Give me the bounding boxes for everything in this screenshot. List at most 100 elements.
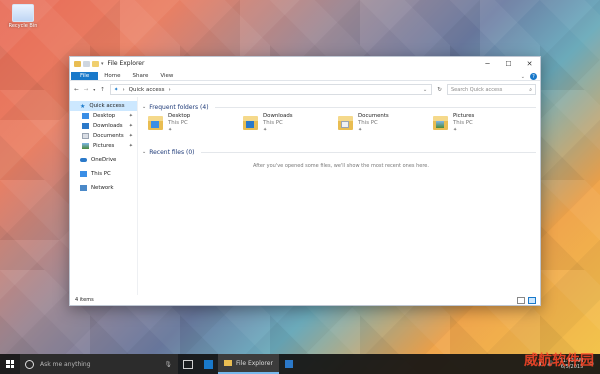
back-arrow-icon[interactable]: ← [74, 87, 79, 93]
explorer-app-icon [74, 60, 81, 67]
address-row: ← → ▾ ↑ ✦ › Quick access › ⌄ ↻ Search Qu… [70, 81, 540, 96]
pinned-icon: ✦ [358, 126, 363, 133]
folder-name: Downloads [263, 113, 293, 119]
title-bar: ▾ File Explorer ─ ☐ ✕ [70, 57, 540, 70]
up-arrow-icon[interactable]: ↑ [100, 87, 105, 93]
search-input[interactable]: Search Quick access ⌕ [447, 84, 536, 95]
pinned-icon: ✦ [168, 126, 173, 133]
pinned-icon: ✦ [128, 123, 133, 129]
folder-pictures[interactable]: Pictures This PC ✦ [433, 113, 528, 133]
properties-icon[interactable] [83, 60, 90, 67]
windows-logo-icon [6, 360, 14, 368]
nav-item-network[interactable]: Network [70, 183, 137, 193]
address-bar[interactable]: ✦ › Quick access › ⌄ [109, 84, 433, 95]
details-view-icon[interactable] [517, 296, 525, 304]
search-icon: ⌕ [529, 86, 532, 93]
folder-location: This PC [168, 119, 188, 126]
breadcrumb-chevron-icon[interactable]: › [169, 87, 171, 93]
nav-item-label: Downloads [93, 123, 123, 129]
tab-share[interactable]: Share [126, 72, 154, 80]
nav-item-label: Network [91, 185, 114, 191]
recent-files-empty-message: After you've opened some files, we'll sh… [253, 163, 429, 169]
window-title: File Explorer [107, 60, 145, 67]
task-view-button[interactable] [178, 354, 198, 374]
browser-icon [203, 359, 213, 369]
frequent-folders-list: Desktop This PC ✦ Downloads This PC ✦ Do… [142, 113, 540, 147]
close-button[interactable]: ✕ [519, 57, 540, 70]
item-count: 4 items [75, 297, 94, 303]
tab-home[interactable]: Home [98, 72, 126, 80]
frequent-folders-title: Frequent folders (4) [149, 103, 209, 111]
maximize-button[interactable]: ☐ [498, 57, 519, 70]
watermark-text: 威航软件园 [524, 353, 594, 369]
nav-item-label: OneDrive [91, 157, 117, 163]
nav-item-label: Pictures [93, 143, 115, 149]
desktop-icon [82, 113, 89, 119]
recent-files-header[interactable]: ⌄ Recent files (0) [142, 147, 540, 157]
document-icon [82, 133, 89, 139]
large-icons-view-icon[interactable] [528, 296, 536, 304]
breadcrumb-separator-icon: › [122, 86, 125, 93]
folder-desktop[interactable]: Desktop This PC ✦ [148, 113, 243, 133]
folder-icon [338, 116, 353, 130]
nav-item-this-pc[interactable]: This PC [70, 169, 137, 179]
pinned-icon: ✦ [128, 143, 133, 149]
address-dropdown-icon[interactable]: ⌄ [423, 87, 432, 93]
chevron-down-icon[interactable]: ▾ [101, 61, 104, 67]
folder-documents[interactable]: Documents This PC ✦ [338, 113, 433, 133]
microphone-icon[interactable]: 🎙 [164, 361, 178, 368]
start-button[interactable] [0, 354, 20, 374]
folder-location: This PC [358, 119, 378, 126]
tab-file[interactable]: File [71, 72, 99, 80]
nav-item-downloads[interactable]: Downloads ✦ [70, 121, 137, 131]
picture-icon [82, 143, 89, 149]
pinned-icon: ✦ [128, 113, 133, 119]
recycle-bin-label: Recycle Bin [8, 23, 38, 29]
folder-icon [224, 360, 232, 366]
folder-location: This PC [263, 119, 283, 126]
minimize-button[interactable]: ─ [477, 57, 498, 70]
navigation-pane: ★ Quick access Desktop ✦ Downloads ✦ Doc… [70, 97, 138, 295]
nav-item-quick-access[interactable]: ★ Quick access [70, 101, 137, 111]
cloud-icon [80, 158, 87, 162]
folder-name: Desktop [168, 113, 191, 119]
frequent-folders-header[interactable]: ⌄ Frequent folders (4) [142, 102, 540, 112]
tab-view[interactable]: View [154, 72, 179, 80]
forward-arrow-icon[interactable]: → [84, 87, 89, 93]
chevron-down-icon[interactable]: ⌄ [142, 104, 146, 110]
taskbar-file-explorer[interactable]: File Explorer [218, 354, 279, 374]
quick-access-toolbar: ▾ [74, 60, 104, 67]
nav-item-desktop[interactable]: Desktop ✦ [70, 111, 137, 121]
nav-item-onedrive[interactable]: OneDrive [70, 155, 137, 165]
cortana-search-box[interactable]: Ask me anything 🎙 [20, 354, 178, 374]
folder-name: Pictures [453, 113, 475, 119]
refresh-icon[interactable]: ↻ [437, 87, 442, 93]
folder-location: This PC [453, 119, 473, 126]
group-divider [214, 106, 536, 108]
recent-locations-icon[interactable]: ▾ [93, 87, 95, 92]
store-taskbar-button[interactable] [279, 354, 299, 374]
folder-icon [433, 116, 448, 130]
recycle-bin-icon [12, 4, 34, 22]
expand-ribbon-icon[interactable]: ⌄ [521, 74, 525, 80]
nav-item-pictures[interactable]: Pictures ✦ [70, 141, 137, 151]
nav-item-label: Desktop [93, 113, 116, 119]
pinned-icon: ✦ [128, 133, 133, 139]
status-bar: 4 items [70, 295, 540, 305]
pin-icon: ✦ [113, 86, 119, 93]
help-icon[interactable]: ? [530, 73, 537, 80]
new-folder-icon[interactable] [92, 60, 99, 67]
chevron-down-icon[interactable]: ⌄ [142, 149, 146, 155]
star-icon: ★ [80, 103, 86, 110]
nav-item-documents[interactable]: Documents ✦ [70, 131, 137, 141]
edge-taskbar-button[interactable] [198, 354, 218, 374]
file-explorer-window: ▾ File Explorer ─ ☐ ✕ File Home Share Vi… [69, 56, 541, 306]
content-pane: ⌄ Frequent folders (4) Desktop This PC ✦ [138, 97, 540, 295]
folder-downloads[interactable]: Downloads This PC ✦ [243, 113, 338, 133]
download-icon [82, 123, 89, 129]
recycle-bin-desktop-icon[interactable]: Recycle Bin [6, 4, 40, 30]
taskbar: Ask me anything 🎙 File Explorer ⌃ ▮ 🔊 11… [0, 354, 600, 374]
group-divider [200, 151, 536, 153]
recent-files-title: Recent files (0) [149, 148, 195, 156]
breadcrumb-quick-access[interactable]: Quick access [129, 87, 165, 93]
